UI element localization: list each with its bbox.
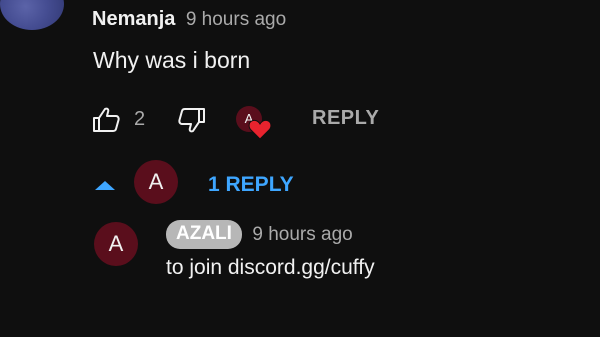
reply-timestamp[interactable]: 9 hours ago (252, 224, 352, 245)
reply-item: A AZALI 9 hours ago to join discord.gg/c… (94, 220, 574, 300)
heart-icon (248, 119, 272, 140)
reply-avatar[interactable]: A (94, 222, 138, 266)
reply-button[interactable]: REPLY (312, 107, 379, 130)
comment-author[interactable]: Nemanja (92, 8, 175, 30)
dislike-button[interactable] (176, 107, 206, 133)
comment-text: Why was i born (93, 47, 251, 73)
reply-header: AZALI 9 hours ago (166, 220, 353, 249)
comment-timestamp[interactable]: 9 hours ago (186, 9, 286, 30)
thumb-down-icon (178, 108, 205, 133)
like-count: 2 (134, 108, 146, 130)
commenter-avatar[interactable] (0, 0, 64, 30)
replies-count-label[interactable]: 1 REPLY (208, 173, 294, 197)
comment-header: Nemanja 9 hours ago (92, 8, 286, 31)
like-button[interactable] (92, 107, 122, 133)
comment-thread: Nemanja 9 hours ago Why was i born 2 A R… (0, 0, 600, 337)
caret-up-icon (95, 181, 115, 190)
thumb-up-icon (93, 107, 120, 132)
reply-text: to join discord.gg/cuffy (166, 256, 375, 279)
reply-preview-avatar: A (134, 160, 178, 204)
creator-heart-badge: A (236, 106, 272, 142)
reply-author-badge[interactable]: AZALI (166, 220, 242, 249)
replies-toggle[interactable]: A 1 REPLY (92, 158, 332, 210)
